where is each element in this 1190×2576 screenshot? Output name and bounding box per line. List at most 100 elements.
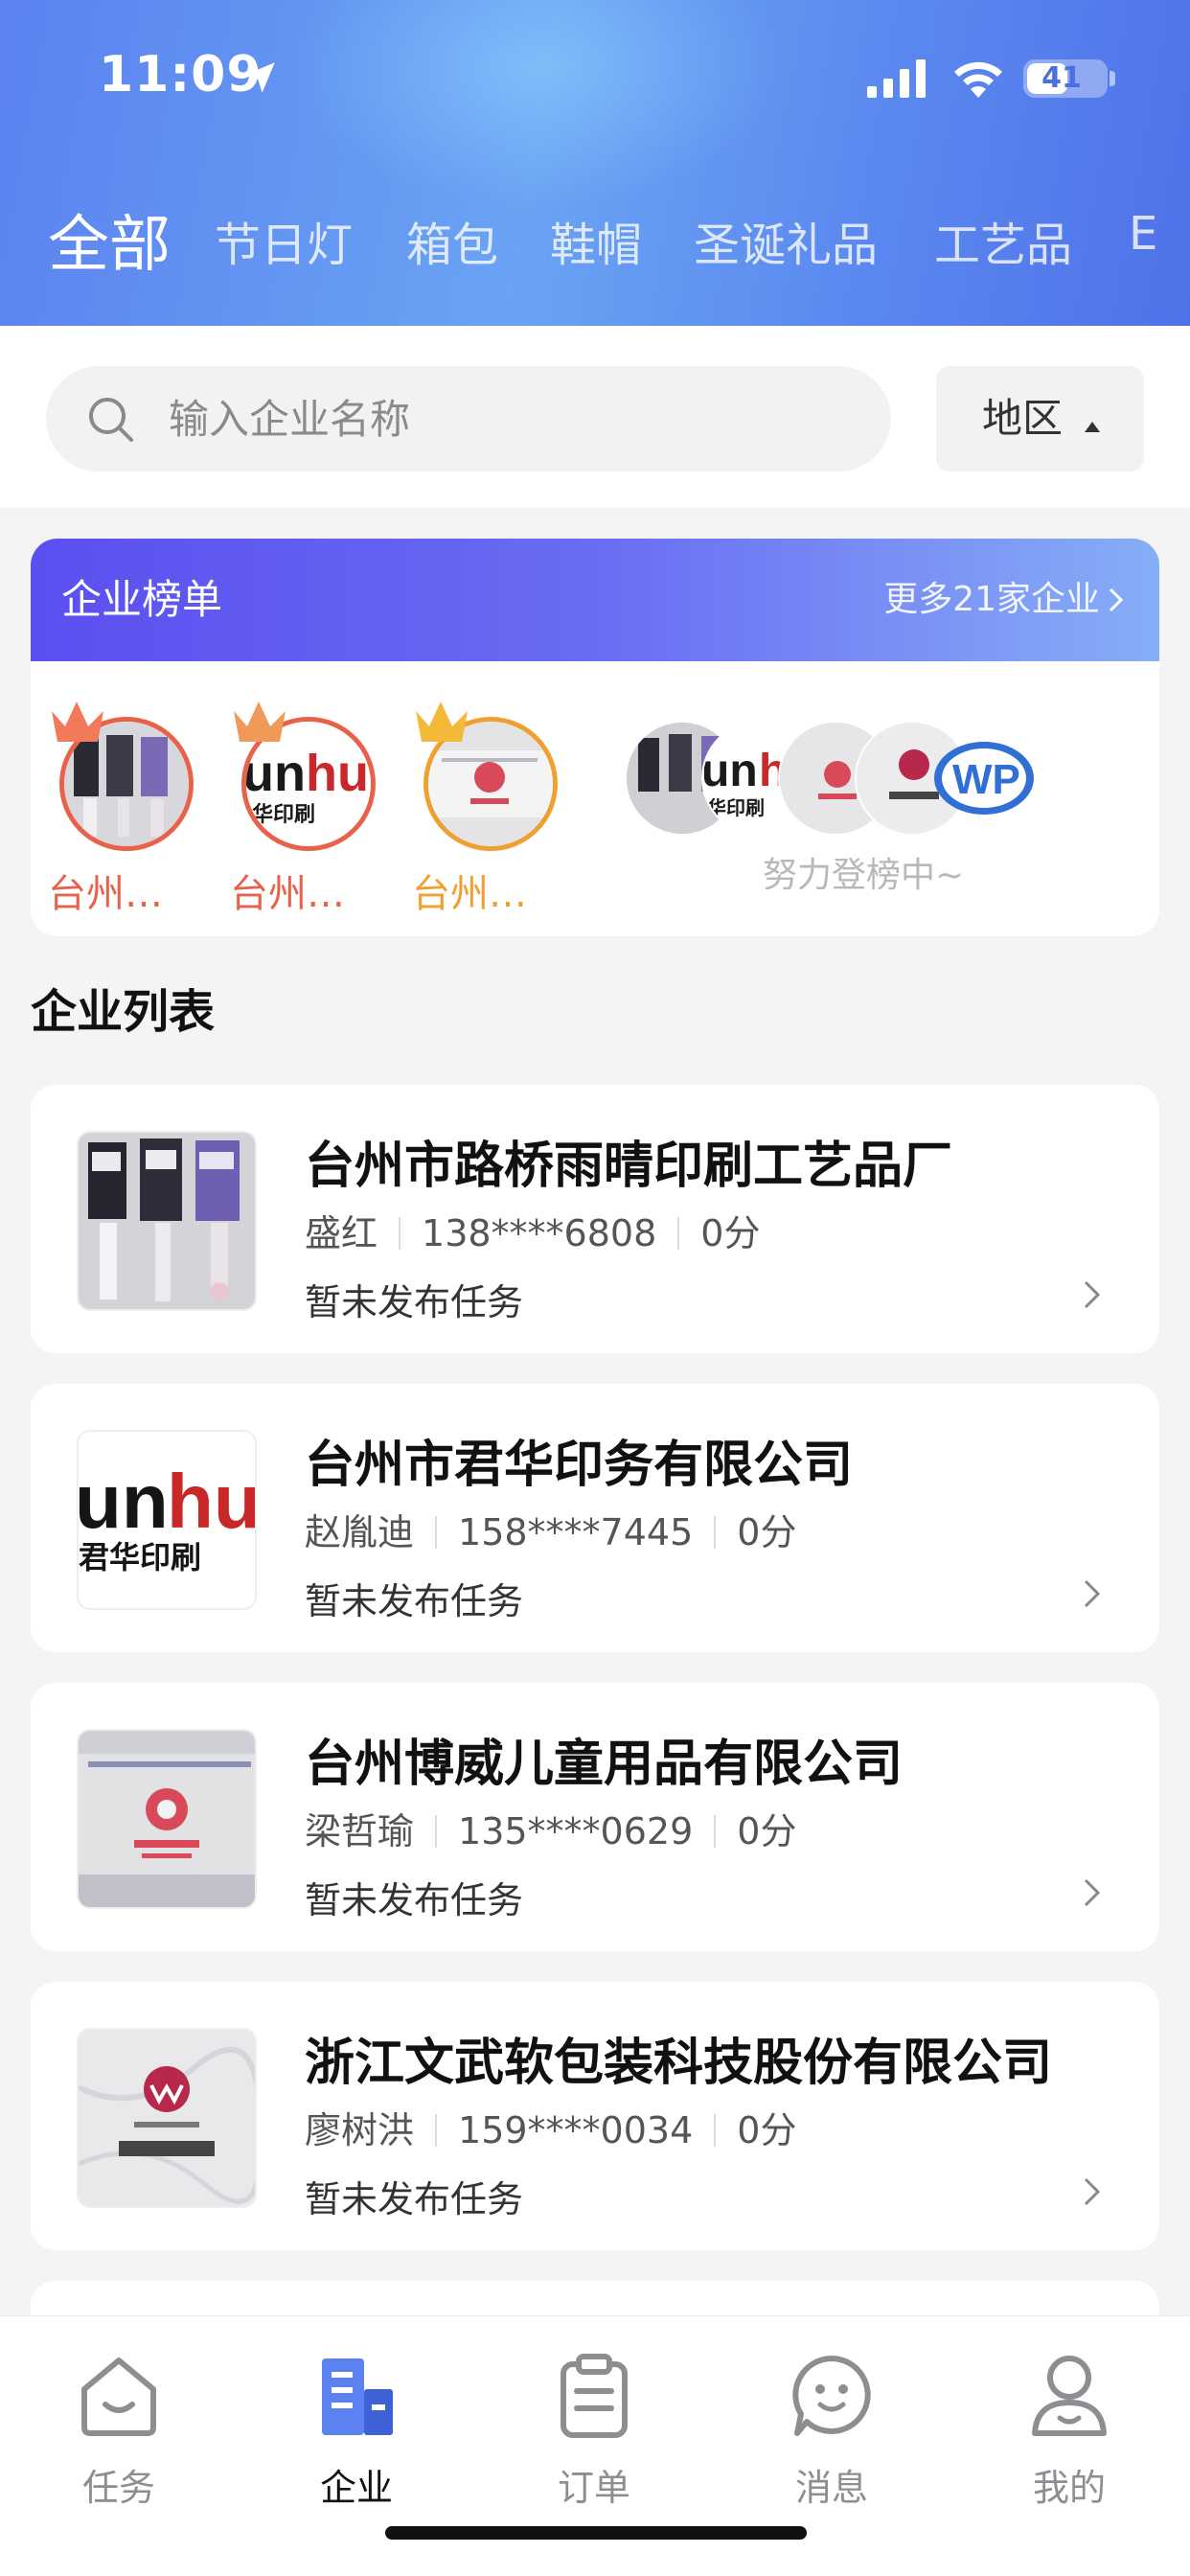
company-status: 暂未发布任务 (305, 1580, 524, 1622)
ranking-header: 企业榜单 更多21家企业 (31, 539, 1159, 661)
company-name: 台州市君华印务有限公司 (305, 1437, 854, 1494)
status-bar: 11:09 41 (0, 0, 1190, 153)
tab-festival-lights[interactable]: 节日灯 (215, 207, 353, 274)
company-card[interactable]: un hu 君华印刷 台州市君华印务有限公司 赵胤迪 158****7445 0分 … (31, 1384, 1159, 1652)
crown-icon (416, 702, 468, 742)
tab-bags[interactable]: 箱包 (406, 207, 498, 274)
company-contact: 廖树洪 (305, 2109, 415, 2151)
company-card[interactable]: 台州博威儿童用品有限公司 梁哲瑜 135****0629 0分 暂未发布任务 (31, 1683, 1159, 1951)
company-thumb (77, 2028, 257, 2208)
battery-level: 41 (1041, 61, 1082, 95)
company-name: 台州市路桥雨晴印刷工艺品厂 (305, 1138, 953, 1195)
chevron-right-icon (1084, 2177, 1101, 2206)
nav-label-enterprise: 企业 (319, 2467, 393, 2509)
company-meta: 梁哲瑜 135****0629 0分 (305, 1802, 796, 1854)
region-filter-button[interactable]: 地区 (936, 366, 1144, 472)
wifi-icon (954, 61, 1002, 98)
nav-item-task[interactable]: 任务 (42, 2339, 195, 2512)
search-box[interactable] (46, 366, 891, 472)
company-meta: 赵胤迪 158****7445 0分 (305, 1503, 796, 1555)
company-contact: 盛红 (305, 1212, 378, 1254)
battery-icon: 41 (1023, 59, 1108, 98)
svg-text:un: un (246, 745, 306, 802)
search-icon (89, 398, 133, 442)
company-card[interactable]: 浙江文武软包装科技股份有限公司 廖树洪 159****0034 0分 暂未发布任务 (31, 1982, 1159, 2250)
company-score: 0分 (737, 1810, 797, 1852)
company-name: 浙江文武软包装科技股份有限公司 (305, 2035, 1053, 2092)
company-status: 暂未发布任务 (305, 2178, 524, 2220)
bowei-sign-image (79, 1731, 255, 1907)
tab-all[interactable]: 全部 (48, 196, 171, 284)
chevron-right-icon (1084, 1878, 1101, 1907)
enterprise-icon (322, 2358, 393, 2435)
company-phone: 158****7445 (458, 1511, 694, 1553)
tab-more[interactable]: E (1129, 207, 1157, 261)
wenwu-logo-image (79, 2030, 255, 2206)
region-label: 地区 (982, 395, 1064, 442)
ranking-more-link[interactable]: 更多21家企业 (883, 539, 1100, 661)
nav-label-order: 订单 (557, 2467, 630, 2509)
nav-item-message[interactable]: 消息 (755, 2339, 908, 2512)
ranking-title: 企业榜单 (61, 576, 223, 623)
nav-item-profile[interactable]: 我的 (993, 2339, 1146, 2512)
search-input[interactable] (169, 366, 858, 472)
ranking-card: 企业榜单 更多21家企业 台州… un hu 华印刷 台州… 台州… un h … (31, 539, 1159, 936)
company-meta: 廖树洪 159****0034 0分 (305, 2101, 796, 2153)
crown-icon (52, 702, 103, 742)
list-title: 企业列表 (31, 985, 216, 1039)
caret-up-icon (1085, 422, 1100, 432)
company-thumb: un hu 君华印刷 (77, 1430, 257, 1610)
svg-text:hu: hu (167, 1459, 257, 1544)
chevron-right-icon (1084, 1280, 1101, 1309)
tab-christmas-gifts[interactable]: 圣诞礼品 (694, 207, 878, 274)
company-status: 暂未发布任务 (305, 1281, 524, 1323)
company-phone: 135****0629 (458, 1810, 694, 1852)
task-icon (81, 2358, 156, 2436)
nav-item-order[interactable]: 订单 (517, 2339, 671, 2512)
header: 11:09 41 全部 节日灯 箱包 鞋帽 圣诞礼品 工艺品 E (0, 0, 1190, 326)
company-card[interactable]: 台州市路桥雨晴印刷工艺品厂 盛红 138****6808 0分 暂未发布任务 (31, 1085, 1159, 1353)
profile-icon (1032, 2356, 1107, 2436)
crown-icon (234, 702, 286, 742)
rank-name-1: 台州… (48, 872, 163, 916)
company-thumb (77, 1131, 257, 1311)
svg-text:华印刷: 华印刷 (707, 796, 765, 819)
cellular-signal-icon (867, 59, 926, 98)
svg-text:un: un (703, 746, 758, 796)
company-score: 0分 (700, 1212, 761, 1254)
company-contact: 梁哲瑜 (305, 1810, 415, 1852)
company-phone: 138****6808 (422, 1212, 657, 1254)
chevron-right-icon (1109, 587, 1124, 612)
junhua-logo-image: un hu 君华印刷 (79, 1432, 257, 1608)
category-tabs: 全部 节日灯 箱包 鞋帽 圣诞礼品 工艺品 E (0, 188, 1190, 284)
svg-text:WP: WP (952, 756, 1020, 803)
chevron-right-icon (1084, 1579, 1101, 1608)
company-score: 0分 (737, 1511, 797, 1553)
wp-logo[interactable]: WP (931, 730, 1037, 826)
company-status: 暂未发布任务 (305, 1879, 524, 1921)
location-arrow-icon (244, 62, 275, 93)
svg-text:华印刷: 华印刷 (252, 802, 315, 827)
company-name: 台州博威儿童用品有限公司 (305, 1736, 904, 1793)
rank-item-3[interactable]: 台州… (412, 698, 558, 916)
status-time: 11:09 (99, 46, 263, 104)
company-meta: 盛红 138****6808 0分 (305, 1204, 760, 1256)
bottles-image (79, 1133, 255, 1309)
home-indicator (385, 2526, 807, 2540)
company-phone: 159****0034 (458, 2109, 694, 2151)
tab-crafts[interactable]: 工艺品 (934, 207, 1072, 274)
company-contact: 赵胤迪 (305, 1511, 415, 1553)
company-score: 0分 (737, 2109, 797, 2151)
svg-text:hu: hu (306, 745, 369, 802)
nav-label-message: 消息 (794, 2467, 868, 2509)
rank-item-2[interactable]: un hu 华印刷 台州… (230, 698, 376, 916)
message-icon (792, 2356, 871, 2436)
rank-item-1[interactable]: 台州… (48, 698, 194, 916)
nav-label-task: 任务 (81, 2467, 155, 2509)
svg-text:君华印刷: 君华印刷 (79, 1539, 201, 1576)
tab-shoes-hats[interactable]: 鞋帽 (550, 207, 642, 274)
svg-text:un: un (79, 1459, 169, 1544)
nav-item-enterprise[interactable]: 企业 (280, 2339, 433, 2512)
rank-name-2: 台州… (230, 872, 345, 916)
order-icon (561, 2354, 628, 2438)
